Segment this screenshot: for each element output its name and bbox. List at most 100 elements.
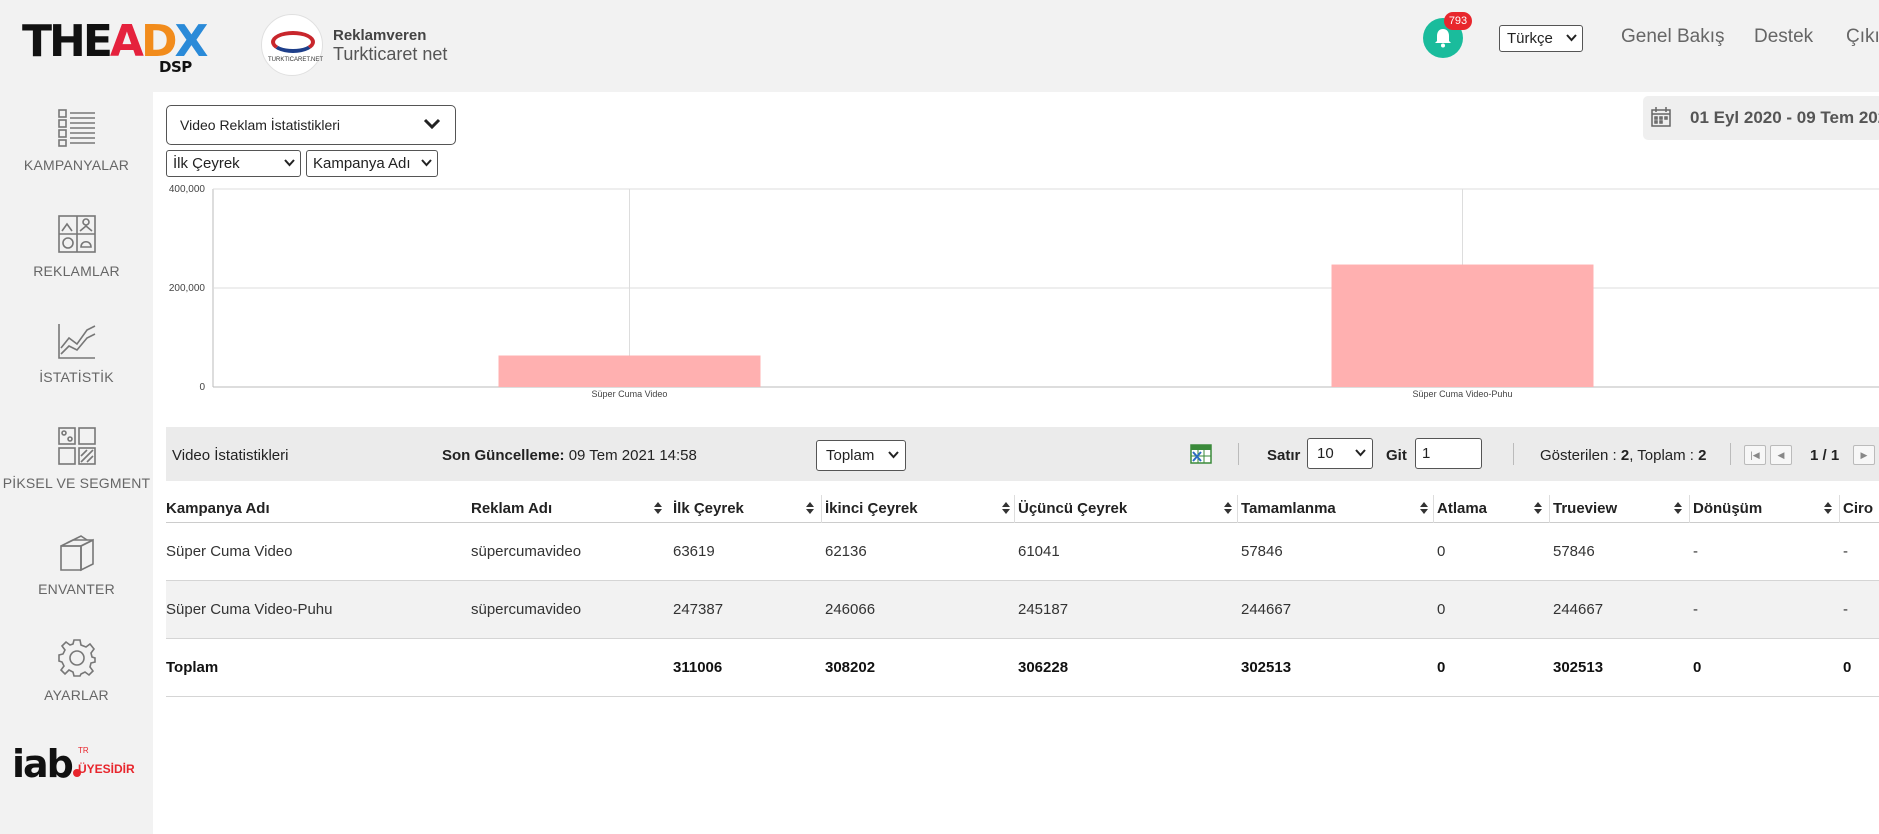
- date-range-text: 01 Eyl 2020 - 09 Tem 2021: [1690, 108, 1879, 127]
- top-header: THEADX DSP TURKTICARET.NET Reklamveren T…: [0, 0, 1879, 92]
- table-cell: süpercumavideo: [471, 543, 582, 560]
- sidebar-item-inventory[interactable]: ENVANTER: [0, 532, 153, 597]
- table-cell: 308202: [825, 659, 876, 676]
- date-range-picker[interactable]: 01 Eyl 2020 - 09 Tem 2021: [1643, 96, 1879, 140]
- report-type-select[interactable]: Video Reklam İstatistikleri: [166, 105, 456, 145]
- sidebar-item-label: REKLAMLAR: [33, 263, 120, 279]
- table-cell: 245187: [1018, 601, 1069, 618]
- column-header[interactable]: Atlama: [1437, 500, 1487, 517]
- bar: [1331, 264, 1594, 387]
- x-tick-label: Süper Cuma Video-Puhu: [1413, 389, 1513, 399]
- sort-icon[interactable]: [1002, 502, 1010, 514]
- bar-chart: 0 200,000 400,000 Süper Cuma Video Süper Cum…: [169, 184, 1879, 399]
- rows-per-page-value: 10: [1317, 445, 1334, 462]
- iab-member-logo: iab TR ÜYESİDİR: [12, 742, 135, 786]
- prev-page-button[interactable]: ◀: [1770, 445, 1792, 465]
- sidebar-item-ads[interactable]: REKLAMLAR: [0, 214, 153, 279]
- table-row: Süper Cuma Video-Puhu süpercumavideo 24738…: [166, 581, 1879, 639]
- rows-per-page-select[interactable]: 10: [1307, 438, 1373, 469]
- table-cell: 61041: [1018, 543, 1060, 560]
- metric-select-value: İlk Çeyrek: [173, 155, 240, 172]
- column-divider: [1689, 495, 1690, 523]
- iab-logo-text: iab: [12, 742, 74, 786]
- chevron-down-icon: [888, 451, 899, 459]
- group-by-select-value: Kampanya Adı: [313, 155, 411, 172]
- column-header[interactable]: Kampanya Adı: [166, 500, 270, 517]
- advertiser-name: Turkticaret net: [333, 44, 448, 64]
- column-header[interactable]: Reklam Adı: [471, 500, 552, 517]
- advertiser-role: Reklamveren: [333, 27, 427, 44]
- sidebar-item-statistics[interactable]: İSTATİSTİK: [0, 320, 153, 385]
- shown-value: 2: [1620, 447, 1630, 464]
- metric-select[interactable]: İlk Çeyrek: [166, 150, 301, 177]
- first-page-button[interactable]: |◀: [1744, 445, 1766, 465]
- calendar-icon: [1651, 107, 1671, 127]
- group-by-select[interactable]: Kampanya Adı: [306, 150, 438, 177]
- chevron-down-icon: [284, 159, 295, 167]
- column-header[interactable]: Üçüncü Çeyrek: [1018, 500, 1127, 517]
- shown-label: Gösterilen :: [1540, 447, 1617, 464]
- toolbar-divider: [1238, 443, 1239, 465]
- ads-grid-icon: [57, 215, 96, 253]
- table-cell: 63619: [673, 543, 715, 560]
- aggregate-select[interactable]: Toplam: [816, 440, 906, 471]
- column-divider: [1549, 495, 1550, 523]
- sidebar: KAMPANYALAR REKLAMLAR İSTATİSTİK PİKSEL …: [0, 92, 153, 834]
- advertiser-logo[interactable]: TURKTICARET.NET: [261, 14, 323, 76]
- column-header[interactable]: Ciro: [1843, 500, 1873, 517]
- sort-icon[interactable]: [1824, 502, 1832, 514]
- chevron-down-icon: [423, 118, 441, 130]
- sort-icon[interactable]: [1420, 502, 1428, 514]
- table-cell: 0: [1843, 659, 1852, 676]
- toolbar-divider: [1730, 443, 1731, 465]
- table-cell: 247387: [673, 601, 724, 618]
- sidebar-item-label: KAMPANYALAR: [23, 157, 130, 173]
- column-divider: [1433, 495, 1434, 523]
- stats-toolbar: Video İstatistikleri Son Güncelleme: 09 …: [166, 427, 1879, 481]
- sort-icon[interactable]: [1224, 502, 1232, 514]
- column-header[interactable]: Tamamlanma: [1241, 500, 1336, 517]
- table-cell: Süper Cuma Video-Puhu: [166, 601, 333, 618]
- column-header[interactable]: İlk Çeyrek: [673, 500, 744, 517]
- column-header[interactable]: Trueview: [1553, 500, 1617, 517]
- nav-support-link[interactable]: Destek: [1754, 26, 1813, 48]
- x-tick-label: Süper Cuma Video: [592, 389, 668, 399]
- sort-icon[interactable]: [806, 502, 814, 514]
- table-total-row: Toplam 311006 308202 306228 302513 0 302513 0 0: [166, 639, 1879, 697]
- column-header[interactable]: İkinci Çeyrek: [825, 500, 918, 517]
- sidebar-item-label: İSTATİSTİK: [39, 369, 114, 385]
- pixel-segment-icon: [57, 427, 96, 465]
- nav-overview-link[interactable]: Genel Bakış: [1621, 26, 1725, 48]
- aggregate-select-value: Toplam: [826, 447, 875, 464]
- table-cell: Süper Cuma Video: [166, 543, 293, 560]
- column-header[interactable]: Dönüşüm: [1693, 500, 1762, 517]
- chevron-down-icon: [1566, 34, 1577, 42]
- next-page-button[interactable]: ▶: [1853, 445, 1875, 465]
- iab-member-label: ÜYESİDİR: [78, 762, 135, 776]
- column-divider: [821, 495, 822, 523]
- table-cell: 0: [1693, 659, 1702, 676]
- language-select-value: Türkçe: [1507, 30, 1553, 47]
- language-select[interactable]: Türkçe: [1499, 25, 1583, 52]
- excel-export-icon[interactable]: [1190, 444, 1212, 464]
- nav-logout-link[interactable]: Çıkış: [1846, 26, 1879, 48]
- sidebar-item-campaigns[interactable]: KAMPANYALAR: [0, 108, 153, 173]
- sidebar-item-pixel-segment[interactable]: PİKSEL VE SEGMENT: [0, 426, 153, 491]
- table-cell: 306228: [1018, 659, 1069, 676]
- sort-icon[interactable]: [1674, 502, 1682, 514]
- advertiser-logo-swirl: [271, 31, 315, 53]
- table-row: Süper Cuma Video süpercumavideo 63619 62136…: [166, 523, 1879, 581]
- rows-label: Satır: [1267, 447, 1301, 464]
- table-cell: -: [1693, 543, 1698, 560]
- sort-icon[interactable]: [1534, 502, 1542, 514]
- table-cell: 302513: [1241, 659, 1292, 676]
- page-indicator: 1 / 1: [1810, 447, 1840, 464]
- chevron-down-icon: [1355, 449, 1366, 457]
- sidebar-item-settings[interactable]: AYARLAR: [0, 638, 153, 703]
- sort-icon[interactable]: [654, 502, 662, 514]
- theadx-logo[interactable]: THEADX: [22, 20, 208, 64]
- sidebar-item-label: PİKSEL VE SEGMENT: [2, 475, 151, 491]
- goto-page-input[interactable]: 1: [1415, 438, 1482, 469]
- table-cell: 302513: [1553, 659, 1604, 676]
- table-cell: süpercumavideo: [471, 601, 582, 618]
